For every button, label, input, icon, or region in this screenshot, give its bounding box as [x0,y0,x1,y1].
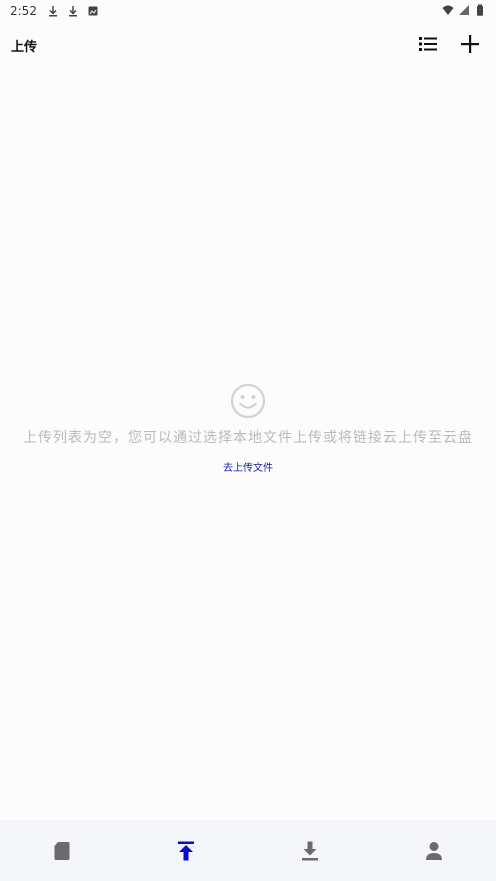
cloud-drive-icon [54,841,70,860]
bottom-navigation [0,820,496,881]
page-title: 上传 [11,39,38,55]
nav-item-cloud-drive[interactable] [32,831,92,871]
list-button[interactable] [416,32,440,56]
nav-item-download[interactable] [280,831,340,871]
top-app-bar: 上传 [0,28,496,62]
download-icon [68,6,77,17]
status-bar: 2:52 [0,0,496,22]
upload-icon [178,841,194,860]
smiley-icon [230,383,266,419]
signal-icon [459,5,469,15]
nav-item-profile[interactable] [404,831,464,871]
list-icon [419,37,437,51]
status-notification-icons [47,5,99,17]
status-time: 2:52 [10,4,37,18]
empty-message: 上传列表为空，您可以通过选择本地文件上传或将链接云上传至云盘 [23,430,473,446]
battery-icon [477,4,483,16]
upload-screen: 2:52 上传 上传列表为空，您可以通过选择本地文件上传或将链接云上传至云盘 去… [0,0,496,881]
profile-icon [426,841,442,860]
image-notification-icon [88,6,98,16]
empty-state: 上传列表为空，您可以通过选择本地文件上传或将链接云上传至云盘 去上传文件 [0,383,496,474]
nav-item-upload[interactable] [156,831,216,871]
status-system-icons [442,4,486,16]
header-actions [416,32,482,56]
add-button[interactable] [458,32,482,56]
add-icon [461,35,479,53]
wifi-icon [442,5,454,15]
go-upload-link[interactable]: 去上传文件 [223,459,273,474]
download-icon [48,6,57,17]
download-icon [302,841,318,860]
